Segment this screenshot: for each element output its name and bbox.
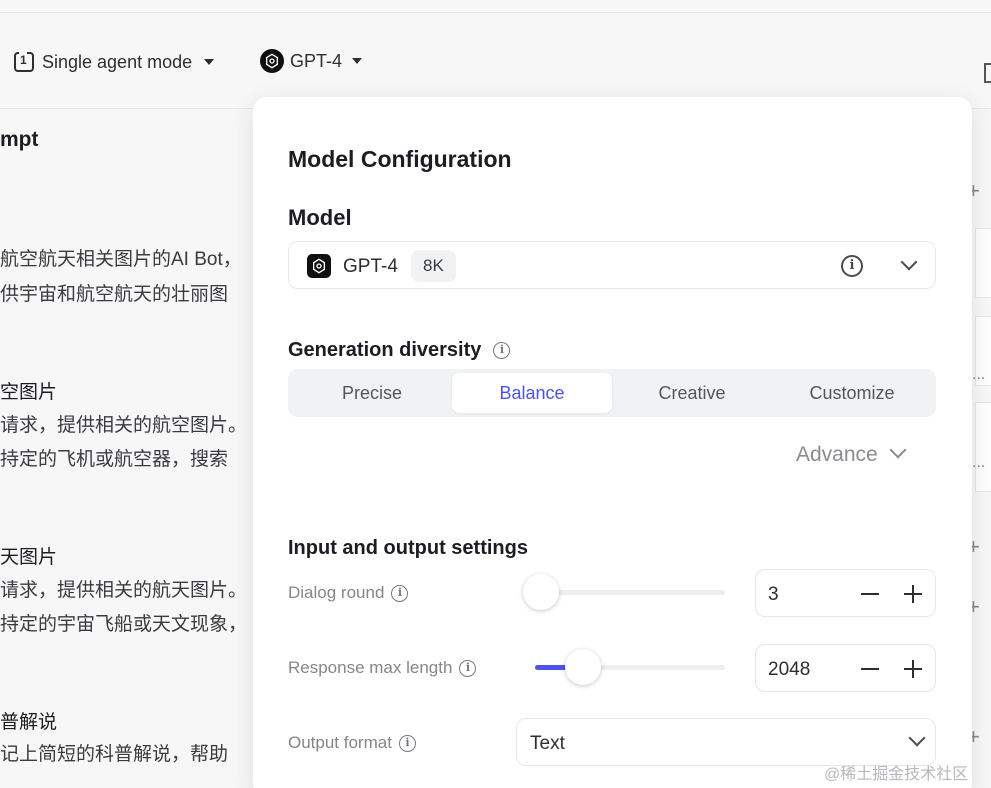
header-model-selector[interactable]: GPT-4 [260, 49, 363, 73]
chevron-down-icon [900, 253, 918, 271]
response-max-length-text: Response max length [288, 658, 453, 677]
decrement-icon[interactable] [861, 668, 879, 670]
prompt-line: 请求，提供相关的航天图片。 [0, 580, 248, 601]
prompt-line: 航空航天相关图片的AI Bot， [0, 249, 242, 270]
prompt-line: 持定的飞机或航空器，搜索 [0, 449, 229, 470]
dialog-round-value[interactable]: 3 [768, 584, 779, 606]
agent-mode-selector[interactable]: Single agent mode [14, 50, 215, 73]
slider-thumb[interactable] [564, 649, 601, 685]
dialog-round-text: Dialog round [288, 583, 385, 602]
header-bar: Single agent mode GPT-4 [0, 13, 991, 109]
prompt-line: 记上简短的科普解说，帮助 [0, 744, 229, 765]
openai-logo-icon [260, 49, 284, 73]
diversity-option-creative[interactable]: Creative [612, 373, 772, 413]
side-card [975, 402, 991, 492]
output-format-label: Output format i [288, 733, 416, 753]
prompt-heading: 普解说 [0, 712, 58, 733]
prompt-heading: 空图片 [0, 382, 58, 403]
chevron-down-icon [908, 729, 926, 747]
diversity-option-balance[interactable]: Balance [452, 373, 612, 413]
response-max-length-value[interactable]: 2048 [768, 659, 810, 681]
response-max-length-slider[interactable] [535, 649, 725, 685]
response-max-length-label: Response max length i [288, 658, 477, 678]
dialog-round-label: Dialog round i [288, 583, 409, 603]
generation-diversity-label: Generation diversity i [288, 339, 511, 362]
diversity-option-precise[interactable]: Precise [292, 373, 452, 413]
info-icon[interactable]: i [459, 659, 477, 677]
header-model-label: GPT-4 [290, 50, 343, 71]
model-section-label: Model [288, 205, 352, 230]
decrement-icon[interactable] [861, 593, 879, 595]
output-format-select[interactable]: Text [516, 718, 936, 766]
model-configuration-popover: Model Configuration Model GPT-4 8K i Gen… [253, 97, 972, 788]
chevron-down-icon [889, 441, 907, 459]
model-name: GPT-4 [343, 256, 398, 277]
info-icon[interactable]: i [493, 342, 511, 359]
diversity-option-customize[interactable]: Customize [772, 373, 932, 413]
response-max-length-stepper: 2048 [755, 644, 936, 692]
context-length-badge: 8K [411, 250, 456, 282]
caret-down-icon [204, 59, 215, 65]
prompt-heading: 天图片 [0, 547, 58, 568]
prompt-section-title: mpt [0, 128, 39, 151]
openai-logo-icon [307, 254, 331, 278]
increment-icon[interactable] [904, 585, 922, 603]
output-format-text: Output format [288, 733, 392, 752]
dialog-round-slider[interactable] [522, 574, 725, 610]
info-icon[interactable]: i [391, 584, 409, 602]
generation-diversity-text: Generation diversity [288, 339, 482, 361]
prompt-line: 持定的宇宙飞船或天文现象， [0, 614, 248, 635]
dialog-round-stepper: 3 [755, 569, 936, 617]
watermark: @稀土掘金技术社区 [824, 766, 969, 783]
info-icon[interactable]: i [398, 734, 416, 752]
prompt-line: 供宇宙和航空航天的壮丽图 [0, 284, 229, 305]
agent-mode-label: Single agent mode [42, 51, 193, 72]
side-card-ellipsis: ... [972, 366, 986, 383]
advance-label: Advance [796, 443, 878, 466]
info-icon[interactable]: i [841, 255, 863, 277]
slider-thumb[interactable] [522, 574, 559, 610]
advance-toggle[interactable]: Advance [796, 441, 907, 467]
caret-down-icon [352, 58, 363, 64]
side-card-ellipsis: ... [972, 454, 986, 471]
io-settings-label: Input and output settings [288, 537, 528, 559]
side-card [975, 228, 991, 298]
output-format-value: Text [530, 733, 565, 754]
increment-icon[interactable] [904, 660, 922, 678]
popover-title: Model Configuration [288, 146, 512, 172]
diversity-segmented-control: Precise Balance Creative Customize [288, 369, 936, 417]
single-agent-icon [14, 50, 34, 72]
model-select[interactable]: GPT-4 8K i [288, 241, 936, 289]
prompt-line: 请求，提供相关的航空图片。 [0, 415, 248, 436]
layout-icon[interactable] [984, 63, 991, 83]
